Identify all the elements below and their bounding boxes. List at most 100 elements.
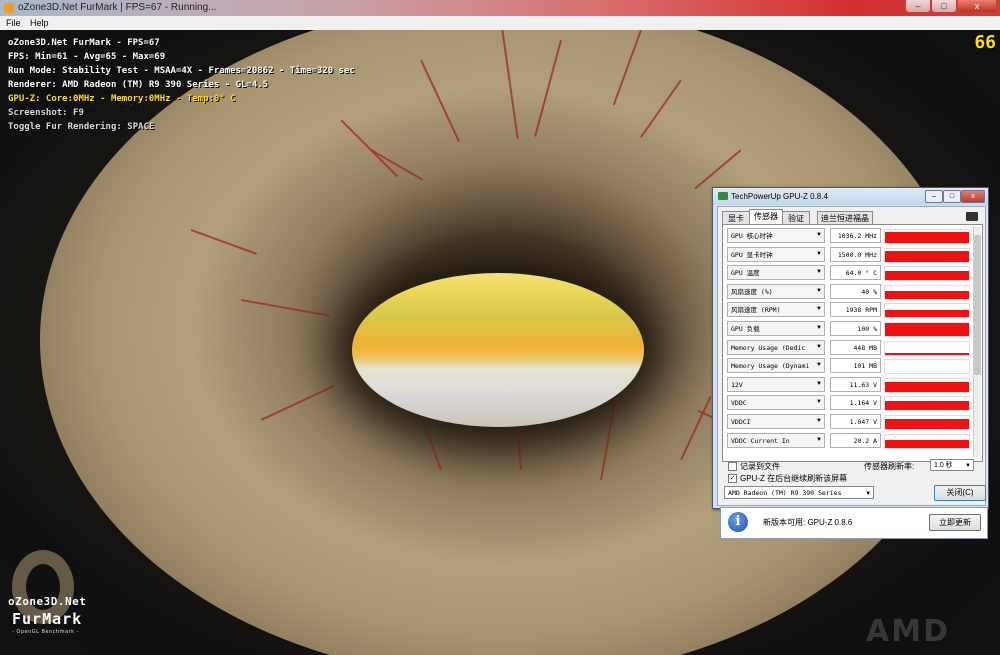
update-now-button[interactable]: 立即更新 [929,514,981,531]
minimize-button[interactable]: – [906,0,930,12]
osd-line: oZone3D.Net FurMark - FPS=67 [8,38,160,48]
sensor-label[interactable]: Memory Usage (Dynami [727,358,825,374]
sensor-graph [884,284,970,300]
chevron-down-icon[interactable]: ▼ [816,321,822,336]
sensor-graph-fill [885,440,969,448]
camera-icon[interactable] [966,212,978,221]
sensor-row: 12V ▼ 11.63 V [727,376,973,393]
sensor-label[interactable]: GPU 温度 [727,265,825,281]
osd-line: Run Mode: Stability Test - MSAA=4X - Fra… [8,66,355,76]
chevron-down-icon: ▼ [965,463,971,469]
gpuz-close-dialog-button[interactable]: 关闭(C) [934,485,986,501]
sensor-label[interactable]: VDDC [727,395,825,411]
sensor-label[interactable]: VDDC Current In [727,432,825,448]
log-checkbox-box[interactable] [728,462,737,472]
sensor-value: 64.0 ° C [830,265,881,281]
iris-vein [340,119,399,178]
sensor-label[interactable]: GPU 核心时钟 [727,228,825,243]
fur-eye-pupil [352,273,644,427]
sensors-panel: GPU 核心时钟 ▼ 1036.2 MHz GPU 显卡时钟 ▼ 1500.0 MHz GP… [722,224,983,462]
sensor-graph [884,247,970,263]
log-to-file-checkbox[interactable]: 记录到文件 [728,461,780,472]
sensor-graph-fill [885,353,969,355]
sensor-row: GPU 温度 ▼ 64.0 ° C [727,265,973,282]
sensors-scrollbar[interactable] [973,227,981,457]
sensor-value: 20.2 A [830,432,881,448]
gpu-select[interactable]: AMD Radeon (TM) R9 390 Series ▼ [724,486,874,499]
scrollbar-thumb[interactable] [974,235,981,375]
chevron-down-icon[interactable]: ▼ [816,433,822,448]
sensor-row: Memory Usage (Dedic ▼ 448 MB [727,339,973,356]
tab-sensors[interactable]: 传感器 [749,209,783,225]
refresh-rate-value: 1.0 秒 [934,462,953,469]
chevron-down-icon[interactable]: ▼ [816,284,822,299]
osd-line: Toggle Fur Rendering: SPACE [8,122,155,132]
chevron-down-icon[interactable]: ▼ [816,340,822,355]
background-refresh-checkbox[interactable]: ✓ GPU-Z 在后台继续刷新该屏幕 [728,473,847,484]
sensor-graph-fill [885,271,969,281]
sensor-graph [884,322,970,337]
sensor-graph-fill [885,419,969,429]
sensor-graph-fill [885,400,969,411]
window-title: oZone3D.Net FurMark | FPS=67 - Running..… [18,2,217,13]
tab-graphics-card[interactable]: 显卡 [722,211,750,225]
sensor-label[interactable]: GPU 显卡时钟 [727,246,825,262]
sensor-graph [884,433,970,449]
sensor-graph-fill [885,323,969,336]
sensor-label[interactable]: 风扇速度 (%) [727,283,825,299]
sensor-value: 1.047 V [830,414,881,429]
sensor-graph [884,415,970,430]
gpu-select-value: AMD Radeon (TM) R9 390 Series [728,489,842,497]
chevron-down-icon[interactable]: ▼ [816,358,822,373]
logo-text-subtitle: - OpenGL Benchmark - [12,629,79,635]
sensor-label[interactable]: 12V [727,376,825,392]
chevron-down-icon[interactable]: ▼ [816,247,822,262]
sensor-label[interactable]: Memory Usage (Dedic [727,339,825,355]
update-notification: i 新版本可用: GPU-Z 0.8.6 立即更新 [720,507,988,539]
sensor-graph [884,303,970,319]
title-bar: oZone3D.Net FurMark | FPS=67 - Running..… [0,0,1000,16]
chevron-down-icon[interactable]: ▼ [816,377,822,392]
gpuz-title: TechPowerUp GPU-Z 0.8.4 [731,192,828,201]
gpuz-app-icon [718,192,728,200]
tab-vendor[interactable]: 迪兰恒进福晶 [817,211,873,225]
osd-line: GPU-Z: Core:0MHz - Memory:0MHz - Temp:0°… [8,94,236,104]
sensor-label[interactable]: GPU 负载 [727,321,825,336]
gpuz-window: TechPowerUp GPU-Z 0.8.4 – □ x 显卡 传感器 验证 … [712,187,989,509]
sensor-graph-fill [885,309,969,318]
fps-counter: 66 [974,32,996,53]
gpuz-maximize-button[interactable]: □ [943,190,961,203]
sensor-row: 风扇速度 (RPM) ▼ 1938 RPM [727,302,973,319]
sensor-graph-fill [885,250,969,262]
sensor-label[interactable]: 风扇速度 (RPM) [727,302,825,318]
iris-vein [612,30,642,106]
sensor-row: VDDC Current In ▼ 20.2 A [727,432,973,449]
gpuz-close-button[interactable]: x [961,190,985,203]
chevron-down-icon[interactable]: ▼ [816,395,822,410]
refresh-rate-select[interactable]: 1.0 秒 ▼ [930,459,974,471]
sensor-graph-fill [885,382,969,392]
amd-logo: AMD [866,614,950,649]
menu-help[interactable]: Help [30,16,49,30]
iris-vein [420,59,460,142]
iris-vein [240,299,330,317]
chevron-down-icon[interactable]: ▼ [816,414,822,429]
sensor-value: 100 % [830,321,881,336]
tab-validation[interactable]: 验证 [782,211,810,225]
update-message: 新版本可用: GPU-Z 0.8.6 [763,518,853,527]
chevron-down-icon[interactable]: ▼ [816,302,822,317]
sensor-label[interactable]: VDDCI [727,414,825,429]
sensor-graph-fill [885,231,969,243]
sensor-value: 101 MB [830,358,881,374]
gpuz-minimize-button[interactable]: – [925,190,943,203]
sensor-value: 11.63 V [830,376,881,392]
sensor-value: 40 % [830,283,881,299]
close-button[interactable]: x [958,0,996,12]
menu-bar: File Help [0,16,1000,31]
chevron-down-icon[interactable]: ▼ [816,265,822,280]
bg-checkbox-box[interactable]: ✓ [728,474,737,484]
menu-file[interactable]: File [6,16,21,30]
maximize-button[interactable]: □ [932,0,956,12]
osd-line: Screenshot: F9 [8,108,84,118]
chevron-down-icon[interactable]: ▼ [816,228,822,243]
